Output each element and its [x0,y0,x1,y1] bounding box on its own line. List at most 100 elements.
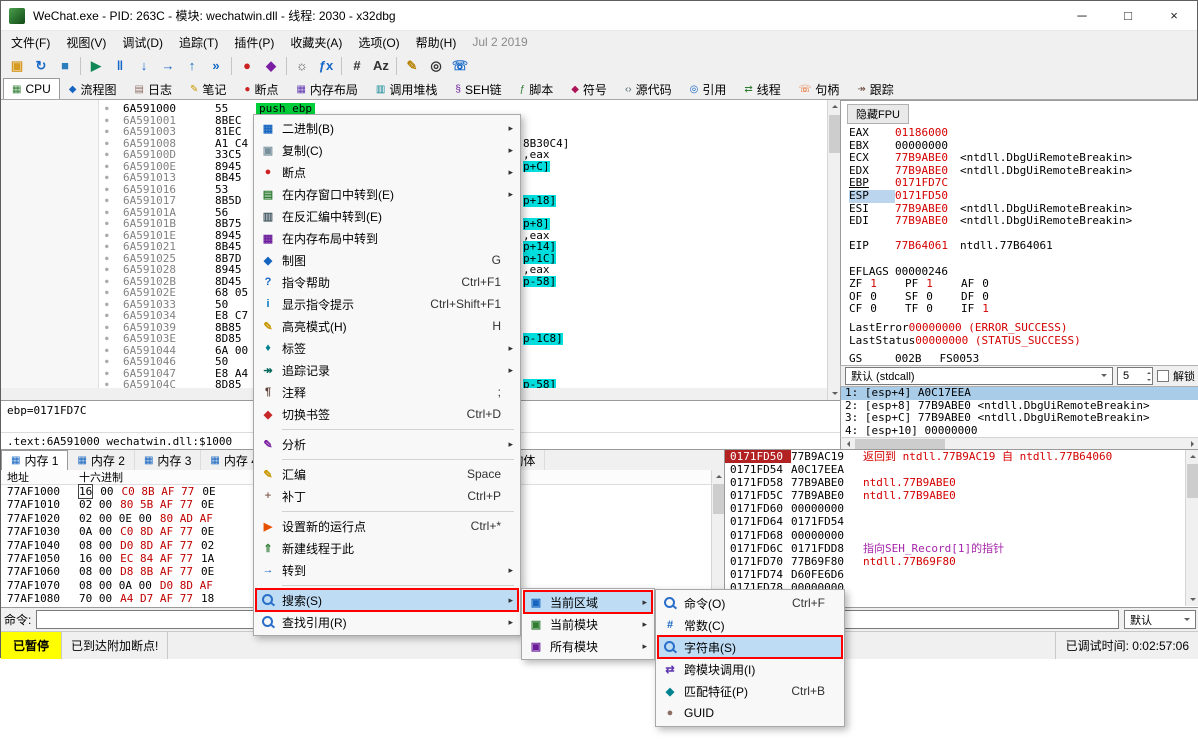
toolbar-button[interactable]: ✎ [400,55,424,77]
bottom-tab[interactable]: ▦ 内存 2 [68,450,134,470]
breakpoint-dot-icon[interactable]: ● [105,184,109,196]
maximize-button[interactable]: □ [1105,1,1151,30]
context-menu-item[interactable]: ▶ 设置新的运行点 Ctrl+* [256,515,518,537]
toolbar-button[interactable]: Az [369,55,393,77]
breakpoint-dot-icon[interactable]: ● [105,230,109,242]
breakpoint-dot-icon[interactable]: ● [105,379,109,388]
stack-row[interactable]: 0171FD54 A0C17EEA [725,463,1198,476]
stack-pane[interactable]: 0171FD50 77B9AC19 返回到 ntdll.77B9AC19 自 n… [724,449,1198,607]
breakpoint-dot-icon[interactable]: ● [105,241,109,253]
toolbar-button[interactable]: ‖ [108,55,132,77]
toolbar-button[interactable]: ▶ [84,55,108,77]
stack-row[interactable]: 0171FD64 0171FD54 [725,515,1198,528]
view-tab[interactable]: ‹› 源代码 [616,78,681,99]
stack-row[interactable]: 0171FD5C 77B9ABE0 ntdll.77B9ABE0 [725,489,1198,502]
stack-row[interactable]: 0171FD58 77B9ABE0 ntdll.77B9ABE0 [725,476,1198,489]
submenu-item[interactable]: ▣ 所有模块 ▸ [524,635,652,657]
view-tab[interactable]: ▦ 内存布局 [287,78,366,99]
toolbar-button[interactable]: ● [235,55,259,77]
breakpoint-dot-icon[interactable]: ● [105,345,109,357]
view-tab[interactable]: ▥ 调用堆栈 [367,78,446,99]
breakpoint-dot-icon[interactable]: ● [105,368,109,380]
menubar-item[interactable]: 帮助(H) [408,31,465,54]
registers-pane[interactable]: 隐藏FPU EAX 01186000 EBX 00000000 ECX 77B9… [840,100,1198,365]
submenu-item[interactable]: ▣ 当前模块 ▸ [524,613,652,635]
toolbar-button[interactable]: ☏ [448,55,472,77]
register-row[interactable]: EFLAGS 00000246 [841,266,1198,279]
flag-cell[interactable]: CF0 [849,303,905,316]
toolbar-button[interactable]: ↓ [132,55,156,77]
breakpoint-dot-icon[interactable]: ● [105,356,109,368]
register-row[interactable]: EIP 77B64061 ntdll.77B64061 [841,240,1198,253]
arguments-scrollbar[interactable] [840,437,1198,449]
argument-row[interactable]: 1: [esp+4] A0C17EEA [841,387,1198,400]
breakpoint-dot-icon[interactable]: ● [105,126,109,138]
view-tab[interactable]: ● 断点 [235,78,287,99]
menubar-item[interactable]: 插件(P) [226,31,282,54]
scrollbar-thumb[interactable] [713,484,724,514]
breakpoint-dot-icon[interactable]: ● [105,149,109,161]
menubar-item[interactable]: 收藏夹(A) [282,31,350,54]
breakpoint-dot-icon[interactable]: ● [105,310,109,322]
view-tab[interactable]: ◆ 符号 [562,78,616,99]
scrollbar-thumb[interactable] [1187,464,1198,498]
submenu-item[interactable]: # 常数(C) [658,614,842,636]
toolbar-button[interactable]: » [204,55,228,77]
stack-row[interactable]: 0171FD6C 0171FDD8 指向SEH_Record[1]的指针 [725,542,1198,555]
submenu-item[interactable]: ◆ 匹配特征(P) Ctrl+B [658,680,842,702]
context-menu-item[interactable]: 查找引用(R) ▸ [256,611,518,633]
view-tab[interactable]: ▤ 日志 [126,78,181,99]
close-button[interactable]: × [1151,1,1197,30]
breakpoint-dot-icon[interactable]: ● [105,333,109,345]
context-menu-item[interactable]: ● 断点 ▸ [256,161,518,183]
breakpoint-dot-icon[interactable]: ● [105,172,109,184]
breakpoint-dot-icon[interactable]: ● [105,207,109,219]
menubar-item[interactable]: 文件(F) [3,31,58,54]
calling-convention-select[interactable]: 默认 (stdcall) [845,367,1113,385]
register-row[interactable]: EDI 77B9ABE0 <ntdll.DbgUiRemoteBreakin> [841,215,1198,228]
breakpoint-dot-icon[interactable]: ● [105,287,109,299]
view-tab[interactable]: ◆ 流程图 [60,78,126,99]
toolbar-button[interactable]: ▣ [5,55,29,77]
breakpoint-dot-icon[interactable]: ● [105,264,109,276]
context-menu-item[interactable]: 搜索(S) ▸ [256,589,518,611]
breakpoint-dot-icon[interactable]: ● [105,138,109,150]
menubar-item[interactable]: 追踪(T) [171,31,226,54]
menubar-item[interactable]: 视图(V) [58,31,114,54]
stack-row[interactable]: 0171FD70 77B69F80 ntdll.77B69F80 [725,555,1198,568]
toolbar-button[interactable]: ■ [53,55,77,77]
submenu-item[interactable]: 字符串(S) [658,636,842,658]
breakpoint-dot-icon[interactable]: ● [105,276,109,288]
toolbar-button[interactable]: ↑ [180,55,204,77]
register-row[interactable]: ESP 0171FD50 [841,190,1198,203]
stack-vertical-scrollbar[interactable] [1185,450,1198,606]
stack-row[interactable]: 0171FD60 00000000 [725,502,1198,515]
selected-byte[interactable]: 16 [79,485,92,498]
stack-row[interactable]: 0171FD74 D60FE6D6 [725,568,1198,581]
view-tab[interactable]: ↠ 跟踪 [848,78,902,99]
context-menu-item[interactable]: → 转到 ▸ [256,559,518,581]
context-menu-item[interactable]: ▦ 在内存布局中转到 [256,227,518,249]
context-menu-item[interactable]: ◆ 切换书签 Ctrl+D [256,403,518,425]
unlock-checkbox[interactable] [1157,370,1169,382]
flag-cell[interactable]: TF0 [905,303,961,316]
toolbar-button[interactable]: ◎ [424,55,448,77]
context-menu-item[interactable]: ▥ 在反汇编中转到(E) [256,205,518,227]
breakpoint-dot-icon[interactable]: ● [105,322,109,334]
context-menu-item[interactable]: ⇑ 新建线程于此 [256,537,518,559]
register-row[interactable] [841,253,1198,266]
argument-row[interactable]: 3: [esp+C] 77B9ABE0 <ntdll.DbgUiRemoteBr… [841,412,1198,425]
stack-row[interactable]: 0171FD68 00000000 [725,529,1198,542]
context-menu-item[interactable]: ♦ 标签 ▸ [256,337,518,359]
submenu-item[interactable]: ● GUID [658,702,842,724]
hide-fpu-button[interactable]: 隐藏FPU [847,104,909,124]
breakpoint-dot-icon[interactable]: ● [105,253,109,265]
context-menu-item[interactable]: ↠ 追踪记录 ▸ [256,359,518,381]
arguments-pane[interactable]: 1: [esp+4] A0C17EEA 2: [esp+8] 77B9ABE0 … [840,387,1198,437]
minimize-button[interactable]: ─ [1059,1,1105,30]
view-tab[interactable]: ☏ 句柄 [790,78,849,99]
stack-row[interactable]: 0171FD50 77B9AC19 返回到 ntdll.77B9AC19 自 n… [725,450,1198,463]
argument-count-spinner[interactable]: 5 [1117,367,1153,385]
breakpoint-dot-icon[interactable]: ● [105,161,109,173]
submenu-item[interactable]: ⇄ 跨模块调用(I) [658,658,842,680]
